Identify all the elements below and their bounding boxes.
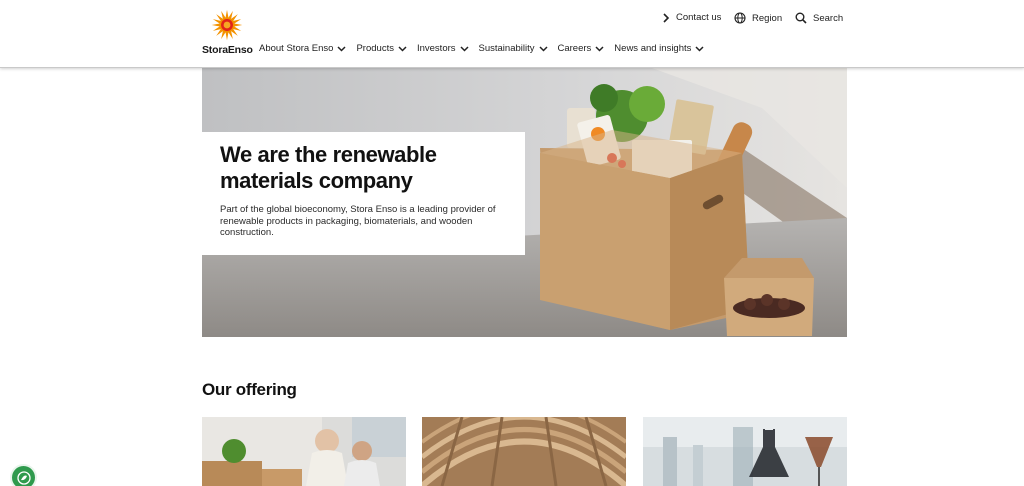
laboratory-flask-image <box>643 417 847 486</box>
wooden-ceiling-image <box>422 417 626 486</box>
hero-description: Part of the global bioeconomy, Stora Ens… <box>220 204 496 238</box>
search-button[interactable]: Search <box>795 12 843 24</box>
nav-item-label: About Stora Enso <box>259 43 334 54</box>
hero-text-card: We are the renewable materials company P… <box>202 132 525 255</box>
contact-us-link[interactable]: Contact us <box>662 12 721 23</box>
nav-item-label: Sustainability <box>478 43 535 54</box>
region-label: Region <box>752 12 783 24</box>
site-header: StoraEnso Contact us Region Search About… <box>0 0 1024 68</box>
nav-item-label: Careers <box>557 43 592 54</box>
nav-item-news[interactable]: News and insights <box>614 43 704 54</box>
chevron-down-icon <box>459 45 469 52</box>
search-label: Search <box>813 12 844 24</box>
sun-logo-icon <box>211 9 243 41</box>
offering-section-title: Our offering <box>202 380 297 399</box>
contact-us-label: Contact us <box>676 12 722 23</box>
search-icon <box>795 12 807 24</box>
leaf-icon <box>16 470 31 485</box>
hero-title: We are the renewable materials company <box>220 142 437 193</box>
offering-card-packaging[interactable] <box>202 417 406 486</box>
offering-card-wood[interactable] <box>422 417 626 486</box>
chevron-down-icon <box>595 45 604 52</box>
globe-icon <box>734 12 746 24</box>
nav-item-about[interactable]: About Stora Enso <box>259 43 346 54</box>
nav-item-label: Investors <box>416 43 456 54</box>
chevron-right-icon <box>663 12 670 23</box>
nav-item-products[interactable]: Products <box>356 43 407 54</box>
accessibility-badge[interactable] <box>10 464 37 486</box>
nav-item-label: Products <box>356 43 394 54</box>
brand-name: StoraEnso <box>202 44 253 56</box>
offering-card-biomaterials[interactable] <box>643 417 847 486</box>
stora-enso-logo[interactable]: StoraEnso <box>202 8 254 60</box>
chevron-down-icon <box>337 45 346 52</box>
region-selector[interactable]: Region <box>734 12 782 24</box>
chevron-down-icon <box>398 45 407 52</box>
chevron-down-icon <box>538 45 548 52</box>
family-packaging-image <box>202 417 406 486</box>
nav-item-sustainability[interactable]: Sustainability <box>479 43 548 54</box>
nav-item-label: News and insights <box>614 43 692 54</box>
main-nav: About Stora Enso Products Investors Sust… <box>259 43 714 54</box>
nav-item-careers[interactable]: Careers <box>558 43 605 54</box>
chevron-down-icon <box>695 45 704 52</box>
nav-item-investors[interactable]: Investors <box>417 43 469 54</box>
hero-banner: We are the renewable materials company P… <box>202 68 847 337</box>
